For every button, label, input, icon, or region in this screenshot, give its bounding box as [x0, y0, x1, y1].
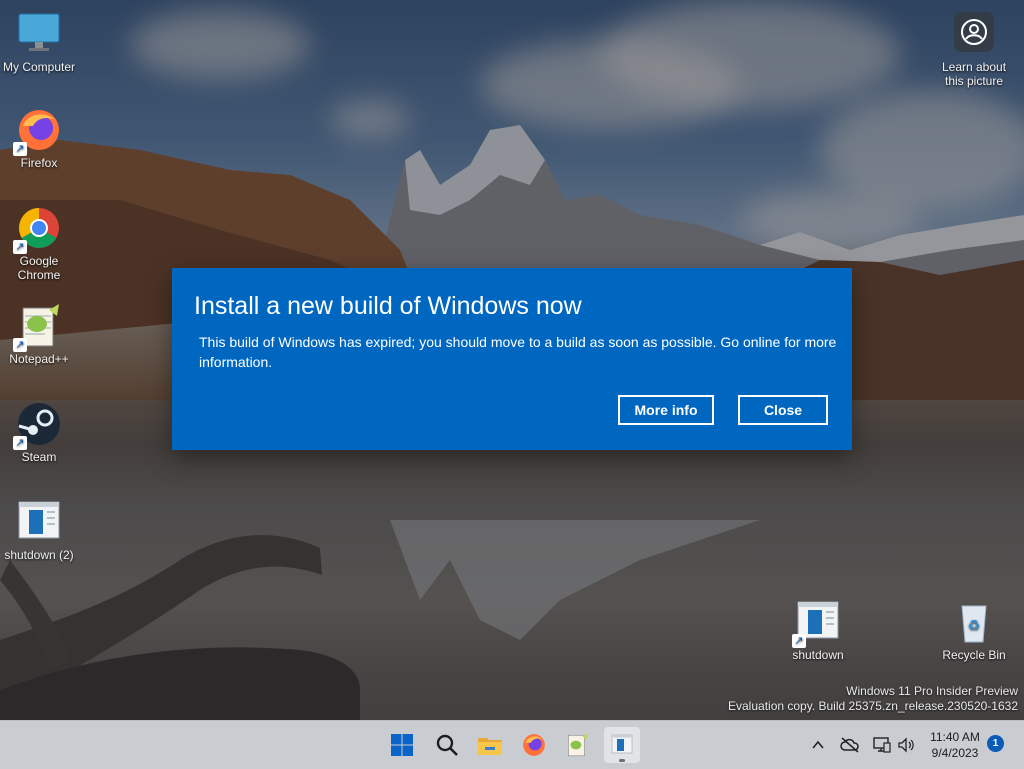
desktop-icon-label: Recycle Bin [942, 648, 1006, 662]
desktop-icon-label: Learn about this picture [941, 60, 1007, 88]
active-indicator [619, 759, 625, 762]
desktop-icon-google-chrome[interactable]: ↗ Google Chrome [0, 204, 79, 282]
shortcut-arrow-icon: ↗ [13, 338, 27, 352]
shortcut-arrow-icon: ↗ [792, 634, 806, 648]
build-expired-dialog: Install a new build of Windows now This … [172, 268, 852, 450]
taskbar: 11:40 AM 9/4/2023 [0, 720, 1024, 769]
svg-text:♻: ♻ [968, 618, 981, 634]
show-hidden-icons-button[interactable] [806, 733, 830, 757]
desktop-icon-label: Google Chrome [17, 254, 61, 282]
network-button[interactable] [870, 733, 894, 757]
desktop-icon-label: Firefox [20, 156, 58, 170]
shortcut-file-icon: ↗ [792, 598, 842, 648]
desktop-icon-recycle-bin[interactable]: ♻ Recycle Bin [934, 598, 1014, 662]
evaluation-watermark: Windows 11 Pro Insider Preview Evaluatio… [728, 684, 1018, 714]
notification-badge[interactable]: 1 [987, 735, 1004, 752]
file-explorer-button[interactable] [472, 727, 508, 763]
volume-button[interactable] [894, 733, 918, 757]
notepad-plus-plus-icon [568, 733, 588, 757]
chevron-up-icon [812, 740, 824, 749]
shortcut-arrow-icon: ↗ [13, 142, 27, 156]
recycle-bin-icon: ♻ [950, 598, 998, 646]
more-info-button[interactable]: More info [618, 395, 714, 425]
file-explorer-icon [478, 738, 502, 755]
desktop-icon-label: shutdown (2) [4, 548, 74, 562]
dialog-title: Install a new build of Windows now [194, 292, 582, 320]
clock[interactable]: 11:40 AM 9/4/2023 [920, 729, 990, 761]
firefox-taskbar-button[interactable] [516, 727, 552, 763]
start-button[interactable] [384, 727, 420, 763]
desktop-icon-steam[interactable]: ↗ Steam [0, 400, 79, 464]
desktop-icon-label: shutdown [792, 648, 844, 662]
desktop-icon-shutdown[interactable]: ↗ shutdown [778, 598, 858, 662]
desktop-icon-shutdown-2[interactable]: shutdown (2) [0, 498, 79, 562]
desktop-icon-label: Steam [21, 450, 57, 464]
watermark-edition: Windows 11 Pro Insider Preview [846, 684, 1018, 698]
camera-info-icon [950, 10, 998, 58]
clock-date: 9/4/2023 [931, 746, 979, 760]
start-icon [391, 734, 413, 756]
desktop-icon-notepad-plus-plus[interactable]: ↗ Notepad++ [0, 302, 79, 366]
search-icon [436, 734, 458, 756]
learn-about-this-picture[interactable]: Learn about this picture [934, 10, 1014, 88]
firefox-icon [523, 734, 545, 756]
cloud-offline-icon [840, 737, 859, 753]
shortcut-arrow-icon: ↗ [13, 436, 27, 450]
desktop-icon-firefox[interactable]: ↗ Firefox [0, 106, 79, 170]
monitor-icon [15, 10, 63, 58]
desktop-icon-my-computer[interactable]: My Computer [0, 10, 79, 74]
notepad-plus-plus-icon: ↗ [13, 302, 63, 352]
onedrive-status-button[interactable] [838, 733, 862, 757]
shortcut-arrow-icon: ↗ [13, 240, 27, 254]
shutdown-taskbar-button[interactable] [604, 727, 640, 763]
desktop-icon-label: My Computer [2, 60, 76, 74]
desktop-icon-label: Notepad++ [9, 352, 69, 366]
steam-icon: ↗ [13, 400, 63, 450]
firefox-icon: ↗ [13, 106, 63, 156]
shortcut-file-icon [15, 498, 63, 546]
dialog-message: This build of Windows has expired; you s… [199, 334, 837, 370]
watermark-build: Evaluation copy. Build 25375.zn_release.… [728, 699, 1018, 713]
speaker-icon [898, 737, 914, 753]
notepad-plus-plus-taskbar-button[interactable] [559, 727, 595, 763]
search-button[interactable] [429, 727, 465, 763]
clock-time: 11:40 AM [930, 730, 980, 744]
close-button[interactable]: Close [738, 395, 828, 425]
chrome-icon: ↗ [13, 204, 63, 254]
network-icon [873, 737, 891, 753]
shutdown-app-icon [611, 734, 633, 754]
